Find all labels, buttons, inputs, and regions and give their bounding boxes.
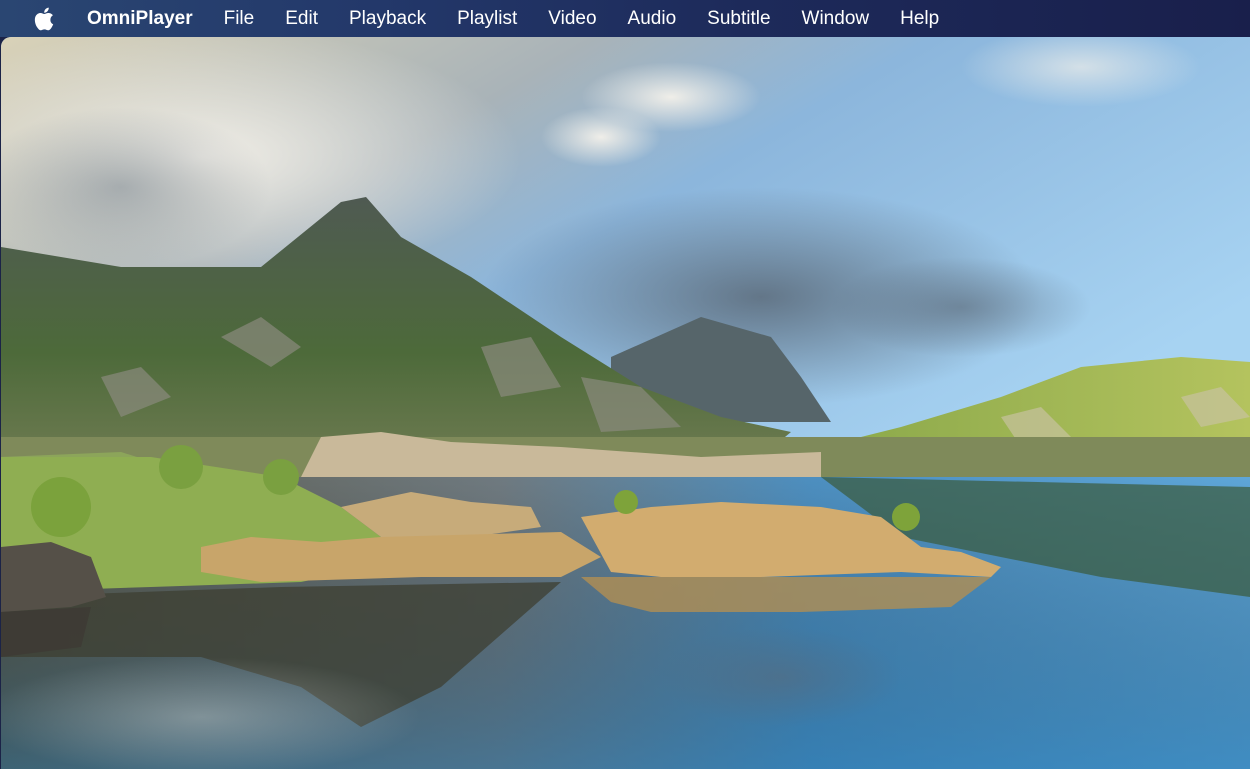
menu-video[interactable]: Video bbox=[548, 8, 596, 30]
menu-playlist[interactable]: Playlist bbox=[457, 8, 517, 30]
menu-edit[interactable]: Edit bbox=[285, 8, 318, 30]
menu-app-name[interactable]: OmniPlayer bbox=[87, 8, 193, 30]
cloud bbox=[831, 257, 1091, 357]
video-frame[interactable] bbox=[1, 37, 1250, 769]
menu-window[interactable]: Window bbox=[802, 8, 870, 30]
menu-help[interactable]: Help bbox=[900, 8, 939, 30]
menu-playback[interactable]: Playback bbox=[349, 8, 426, 30]
apple-menu[interactable] bbox=[33, 7, 55, 31]
apple-logo-icon bbox=[34, 7, 54, 30]
cloud bbox=[541, 107, 661, 167]
menu-audio[interactable]: Audio bbox=[628, 8, 677, 30]
menu-subtitle[interactable]: Subtitle bbox=[707, 8, 770, 30]
video-player-window[interactable] bbox=[1, 37, 1250, 769]
menu-bar: OmniPlayer File Edit Playback Playlist V… bbox=[0, 0, 1250, 37]
menu-file[interactable]: File bbox=[224, 8, 255, 30]
rock-island bbox=[201, 532, 601, 582]
